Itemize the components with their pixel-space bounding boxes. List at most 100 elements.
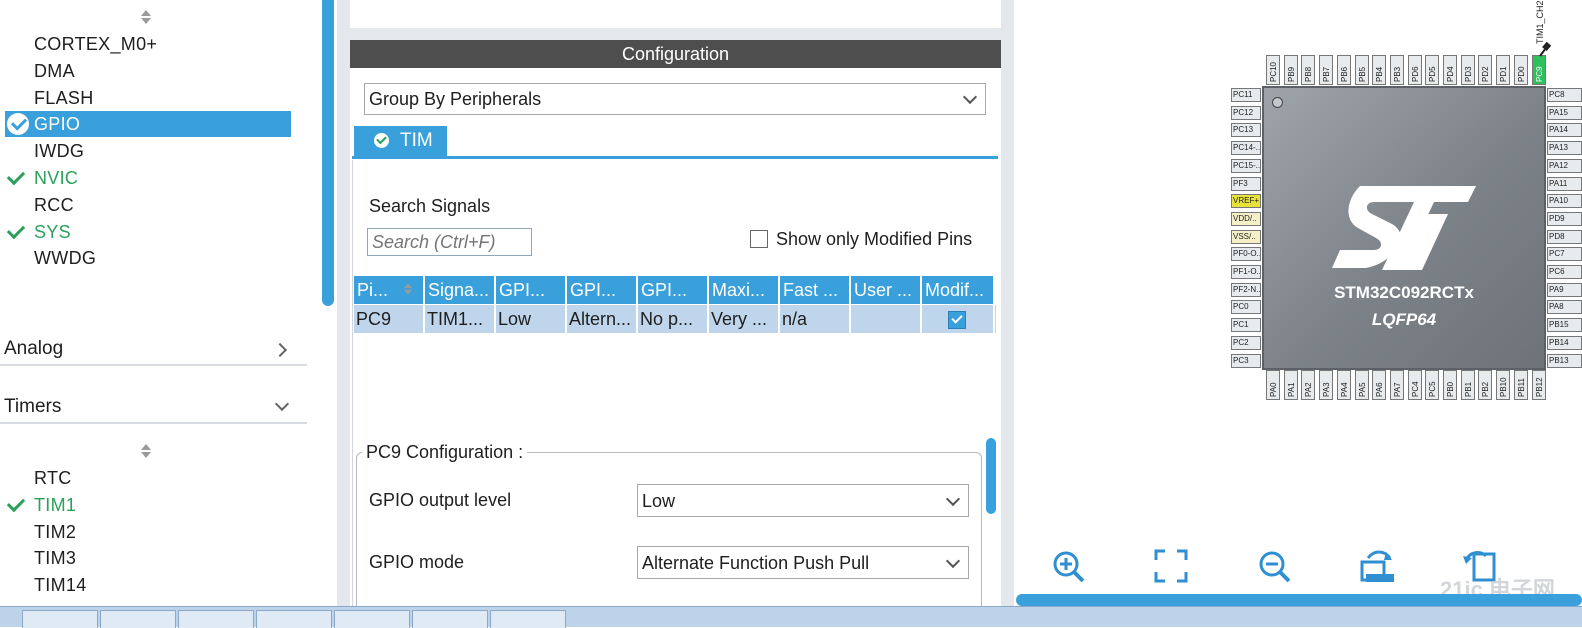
pin-pc4[interactable]: PC4 — [1407, 370, 1422, 400]
pin-pa9[interactable]: PA9 — [1547, 282, 1582, 297]
config-scrollbar[interactable] — [986, 438, 996, 514]
pin-pa2[interactable]: PA2 — [1301, 370, 1316, 400]
pin-pa1[interactable]: PA1 — [1283, 370, 1298, 400]
pin-pf1-o-[interactable]: PF1-O.. — [1231, 265, 1261, 279]
sort-icon[interactable] — [403, 283, 413, 295]
pin-pc11[interactable]: PC11 — [1231, 88, 1261, 102]
pin-pc6[interactable]: PC6 — [1547, 265, 1582, 279]
pin-pb5[interactable]: PB5 — [1354, 55, 1369, 85]
pin-pa6[interactable]: PA6 — [1372, 370, 1387, 400]
category-timers[interactable]: Timers — [0, 392, 307, 424]
sidebar-item-rcc[interactable]: RCC — [5, 192, 291, 218]
pin-pb15[interactable]: PB15 — [1547, 318, 1582, 333]
zoom-out-icon[interactable] — [1256, 548, 1292, 584]
column-header[interactable]: Signa... — [425, 276, 496, 304]
pin-pa11[interactable]: PA11 — [1547, 176, 1582, 191]
pin-pd5[interactable]: PD5 — [1425, 55, 1440, 85]
sidebar-item-tim14[interactable]: TIM14 — [5, 572, 291, 598]
pin-pb0[interactable]: PB0 — [1443, 370, 1457, 400]
column-header[interactable]: Fast ... — [780, 276, 851, 304]
pin-pc13[interactable]: PC13 — [1231, 123, 1261, 138]
taskbar-button[interactable] — [334, 610, 410, 628]
pin-pf3[interactable]: PF3 — [1231, 176, 1261, 191]
pin-vref-[interactable]: VREF+ — [1231, 194, 1261, 209]
pin-vdd-[interactable]: VDD/.. — [1231, 211, 1261, 226]
pin-vss-[interactable]: VSS/.. — [1231, 229, 1261, 244]
sidebar-item-cortex-m0-[interactable]: CORTEX_M0+ — [5, 31, 291, 57]
pin-pc14-[interactable]: PC14-.. — [1231, 141, 1261, 156]
category-analog[interactable]: Analog — [0, 334, 307, 366]
pin-pb6[interactable]: PB6 — [1336, 55, 1351, 85]
sidebar-item-iwdg[interactable]: IWDG — [5, 138, 291, 164]
pin-pd3[interactable]: PD3 — [1460, 55, 1475, 85]
sidebar-item-rtc[interactable]: RTC — [5, 465, 291, 491]
sidebar-item-flash[interactable]: FLASH — [5, 85, 291, 111]
table-row[interactable]: PC9 TIM1... Low Altern... No p... Very ... n/a — [354, 305, 996, 333]
pin-pa12[interactable]: PA12 — [1547, 158, 1582, 173]
pin-pc0[interactable]: PC0 — [1231, 300, 1261, 315]
pin-pb1[interactable]: PB1 — [1460, 370, 1475, 400]
pin-pc8[interactable]: PC8 — [1547, 88, 1582, 102]
column-header[interactable]: GPI... — [496, 276, 567, 304]
column-header[interactable]: Maxi... — [709, 276, 780, 304]
sidebar-item-gpio[interactable]: GPIO — [5, 111, 291, 138]
pin-pd9[interactable]: PD9 — [1547, 211, 1582, 226]
pin-pb11[interactable]: PB11 — [1513, 370, 1528, 400]
taskbar-button[interactable] — [412, 610, 488, 628]
pin-pb3[interactable]: PB3 — [1389, 55, 1404, 85]
pin-pb7[interactable]: PB7 — [1319, 55, 1334, 85]
sidebar-item-wwdg[interactable]: WWDG — [5, 245, 291, 271]
taskbar-button[interactable] — [178, 610, 254, 628]
column-header[interactable]: User ... — [851, 276, 922, 304]
sidebar-item-tim1[interactable]: TIM1 — [5, 492, 291, 518]
sort-icon[interactable] — [140, 10, 152, 24]
pin-pd1[interactable]: PD1 — [1496, 55, 1511, 85]
pin-pc15-[interactable]: PC15-.. — [1231, 158, 1261, 173]
pin-pb13[interactable]: PB13 — [1547, 353, 1582, 368]
show-modified-checkbox[interactable] — [750, 230, 768, 248]
pin-pc12[interactable]: PC12 — [1231, 105, 1261, 120]
sidebar-item-dma[interactable]: DMA — [5, 58, 291, 84]
gpio-mode-select[interactable]: Alternate Function Push Pull — [637, 546, 969, 579]
pin-pc7[interactable]: PC7 — [1547, 247, 1582, 262]
rotate-right-icon[interactable] — [1360, 548, 1396, 584]
pin-pb8[interactable]: PB8 — [1301, 55, 1316, 85]
sidebar-item-tim3[interactable]: TIM3 — [5, 545, 291, 571]
sidebar-item-sys[interactable]: SYS — [5, 219, 291, 245]
column-header[interactable]: GPI... — [638, 276, 709, 304]
sidebar-item-nvic[interactable]: NVIC — [5, 165, 291, 191]
pin-pb12[interactable]: PB12 — [1531, 370, 1546, 400]
pin-pa10[interactable]: PA10 — [1547, 194, 1582, 209]
pin-pa7[interactable]: PA7 — [1389, 370, 1404, 400]
taskbar-button[interactable] — [100, 610, 176, 628]
pin-pc9[interactable]: PC9 — [1531, 55, 1546, 85]
pin-pb10[interactable]: PB10 — [1496, 370, 1511, 400]
sort-icon[interactable] — [140, 444, 152, 458]
sidebar-scrollbar[interactable] — [322, 0, 334, 306]
search-input[interactable] — [367, 228, 532, 256]
pin-pc2[interactable]: PC2 — [1231, 335, 1261, 350]
pin-pa13[interactable]: PA13 — [1547, 141, 1582, 156]
pin-pd0[interactable]: PD0 — [1513, 55, 1528, 85]
pin-pc3[interactable]: PC3 — [1231, 353, 1261, 368]
column-header[interactable]: Modif... — [922, 276, 995, 304]
column-header[interactable]: GPI... — [567, 276, 638, 304]
group-by-select[interactable]: Group By Peripherals — [364, 83, 986, 115]
pin-pd4[interactable]: PD4 — [1443, 55, 1457, 85]
taskbar-button[interactable] — [22, 610, 98, 628]
pin-pb9[interactable]: PB9 — [1283, 55, 1298, 85]
pin-pc5[interactable]: PC5 — [1425, 370, 1440, 400]
tab-tim[interactable]: TIM — [354, 126, 447, 156]
zoom-in-icon[interactable] — [1050, 548, 1086, 584]
fit-screen-icon[interactable] — [1153, 548, 1189, 584]
modified-checkbox[interactable] — [948, 311, 966, 329]
pin-pa0[interactable]: PA0 — [1266, 370, 1280, 400]
pin-pc10[interactable]: PC10 — [1266, 55, 1280, 85]
pin-pf2-n-[interactable]: PF2-N.. — [1231, 282, 1261, 297]
pin-pa5[interactable]: PA5 — [1354, 370, 1369, 400]
pin-pb14[interactable]: PB14 — [1547, 335, 1582, 350]
pin-pa4[interactable]: PA4 — [1336, 370, 1351, 400]
sidebar-item-tim2[interactable]: TIM2 — [5, 519, 291, 545]
pin-pb2[interactable]: PB2 — [1478, 370, 1493, 400]
pin-pf0-o-[interactable]: PF0-O.. — [1231, 247, 1261, 262]
